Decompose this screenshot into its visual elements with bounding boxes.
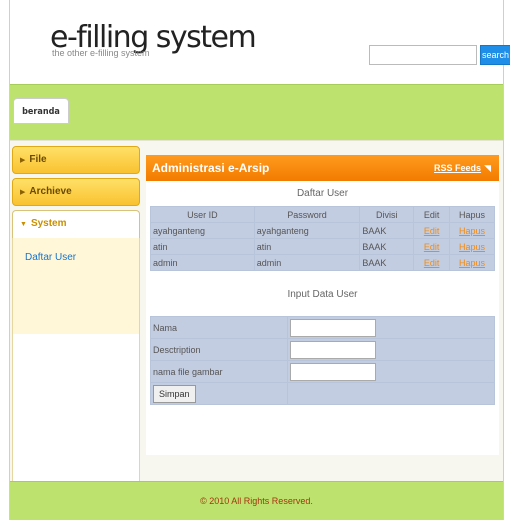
- site-header: e-filling system the other e-filling sys…: [10, 0, 510, 84]
- sidebar-submenu: Daftar User: [12, 238, 140, 334]
- chevron-down-icon: ▼: [20, 221, 27, 228]
- cell-divisi: BAAK: [359, 238, 415, 255]
- search-input[interactable]: [369, 45, 477, 65]
- cell-divisi: BAAK: [359, 254, 415, 271]
- field-label: Desctription: [150, 338, 288, 361]
- sidebar: ▶ File ▶ Archieve ▼ System Daftar User: [12, 146, 140, 518]
- user-table: User ID Password Divisi Edit Hapus ayahg…: [150, 206, 495, 271]
- field-cell: [287, 316, 495, 339]
- cell-edit: Edit: [413, 222, 451, 239]
- sidebar-item-system[interactable]: ▼ System: [12, 210, 140, 238]
- tab-beranda[interactable]: beranda: [13, 98, 69, 124]
- field-cell: [287, 338, 495, 361]
- edit-link[interactable]: Edit: [424, 226, 440, 236]
- cell-edit: Edit: [413, 254, 451, 271]
- field-label: Nama: [150, 316, 288, 339]
- delete-link[interactable]: Hapus: [459, 242, 485, 252]
- edit-link[interactable]: Edit: [424, 242, 440, 252]
- input-data-title: Input Data User: [287, 289, 358, 300]
- rss-label: RSS Feeds: [434, 163, 482, 173]
- rss-link[interactable]: RSS Feeds ◥: [434, 155, 491, 181]
- footer: © 2010 All Rights Reserved.: [10, 481, 503, 520]
- column-header: User ID: [150, 206, 255, 223]
- column-header: Hapus: [449, 206, 495, 223]
- column-header: Divisi: [359, 206, 415, 223]
- content-header: Administrasi e-Arsip RSS Feeds ◥: [146, 155, 499, 181]
- delete-link[interactable]: Hapus: [459, 226, 485, 236]
- form-row: Nama: [150, 316, 495, 339]
- user-form: Nama Desctription nama file gambar Simpa…: [150, 316, 495, 405]
- cell-divisi: BAAK: [359, 222, 415, 239]
- cell-password: admin: [253, 254, 361, 271]
- user-list-title: Daftar User: [296, 188, 349, 199]
- page-title: Administrasi e-Arsip: [152, 161, 270, 175]
- table-row: admin admin BAAK Edit Hapus: [150, 254, 495, 271]
- sidebar-link-daftar-user[interactable]: Daftar User: [25, 252, 76, 263]
- field-cell: Simpan: [150, 382, 288, 405]
- table-row: ayahganteng ayahganteng BAAK Edit Hapus: [150, 222, 495, 239]
- description-input[interactable]: [290, 340, 376, 359]
- column-header: Password: [253, 206, 361, 223]
- save-button[interactable]: Simpan: [153, 384, 196, 403]
- rss-icon: ◥: [484, 163, 491, 173]
- image-filename-input[interactable]: [290, 362, 376, 381]
- chevron-right-icon: ▶: [20, 189, 26, 196]
- table-row: atin atin BAAK Edit Hapus: [150, 238, 495, 255]
- field-cell: [287, 382, 495, 405]
- edit-link[interactable]: Edit: [424, 258, 440, 268]
- chevron-right-icon: ▶: [20, 157, 26, 164]
- form-row: Desctription: [150, 338, 495, 361]
- field-label: nama file gambar: [150, 360, 288, 383]
- cell-user-id: ayahganteng: [150, 222, 255, 239]
- table-header-row: User ID Password Divisi Edit Hapus: [150, 206, 495, 223]
- nav-bar: beranda: [10, 84, 503, 140]
- sidebar-item-archieve[interactable]: ▶ Archieve: [12, 178, 140, 206]
- sidebar-item-label: System: [30, 218, 67, 229]
- form-row: Simpan: [150, 382, 495, 405]
- cell-hapus: Hapus: [449, 254, 495, 271]
- form-row: nama file gambar: [150, 360, 495, 383]
- cell-password: atin: [253, 238, 361, 255]
- sidebar-item-label: Archieve: [29, 186, 72, 197]
- cell-user-id: atin: [150, 238, 255, 255]
- nama-input[interactable]: [290, 318, 376, 337]
- cell-edit: Edit: [413, 238, 451, 255]
- cell-hapus: Hapus: [449, 222, 495, 239]
- delete-link[interactable]: Hapus: [459, 258, 485, 268]
- sidebar-item-label: File: [29, 154, 47, 165]
- field-cell: [287, 360, 495, 383]
- sidebar-item-file[interactable]: ▶ File: [12, 146, 140, 174]
- cell-user-id: admin: [150, 254, 255, 271]
- site-tagline: the other e-filling system: [52, 48, 150, 58]
- search-button[interactable]: search: [480, 45, 510, 65]
- column-header: Edit: [413, 206, 451, 223]
- cell-hapus: Hapus: [449, 238, 495, 255]
- cell-password: ayahganteng: [253, 222, 361, 239]
- main-content: Administrasi e-Arsip RSS Feeds ◥ Daftar U…: [146, 155, 499, 455]
